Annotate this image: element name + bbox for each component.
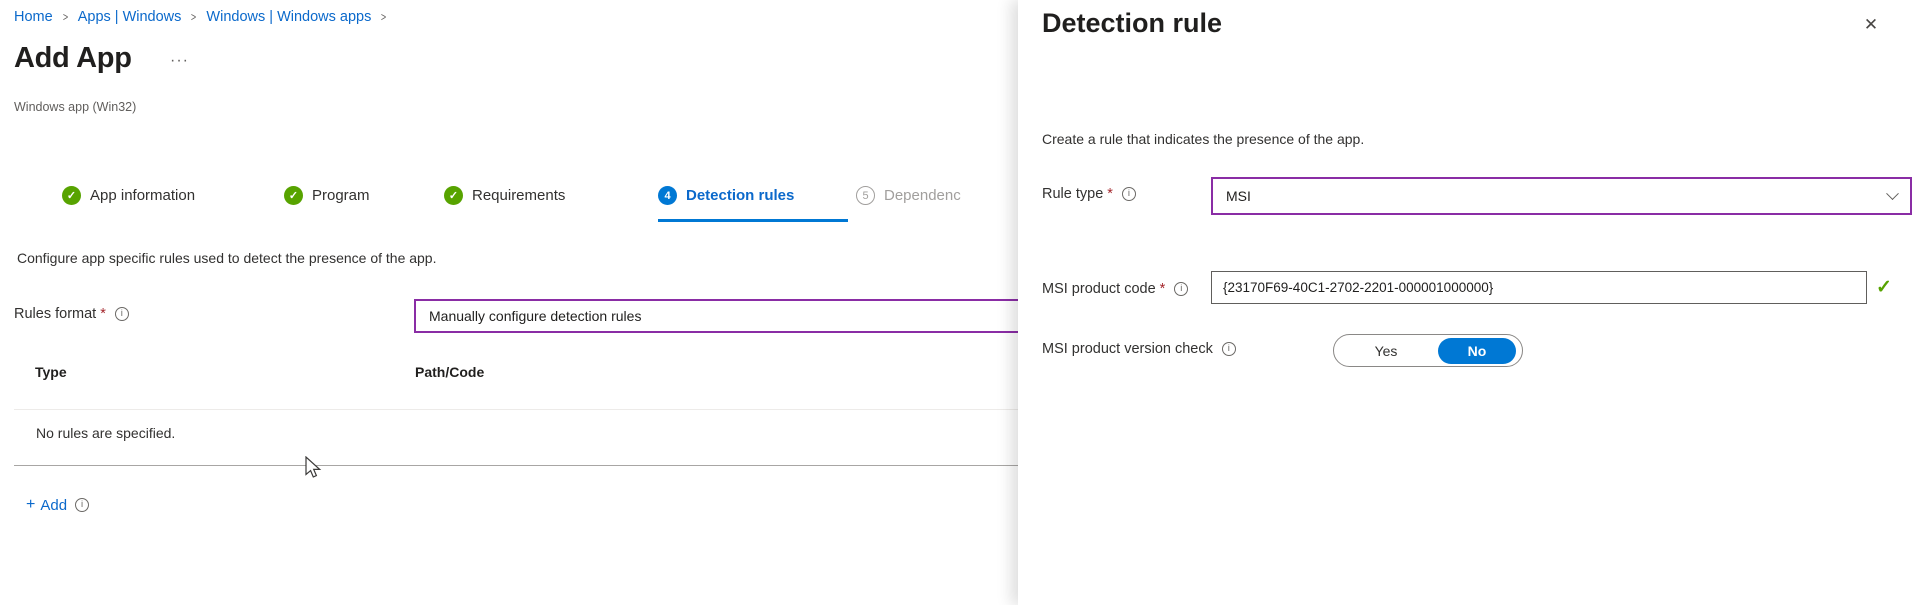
- rule-type-label-text: Rule type: [1042, 186, 1103, 202]
- breadcrumb-separator-icon: >: [191, 10, 196, 24]
- rules-format-label-text: Rules format: [14, 306, 96, 322]
- info-icon[interactable]: i: [75, 498, 89, 512]
- msi-product-code-label-text: MSI product code: [1042, 281, 1156, 297]
- mouse-cursor-icon: [303, 456, 323, 480]
- table-empty-message: No rules are specified.: [36, 425, 175, 441]
- info-icon[interactable]: i: [115, 307, 129, 321]
- panel-title: Detection rule: [1042, 8, 1222, 39]
- msi-version-check-toggle[interactable]: Yes No: [1333, 334, 1523, 367]
- tab-dependencies[interactable]: 5 Dependenc: [856, 186, 961, 205]
- toggle-option-no-selected[interactable]: No: [1438, 338, 1516, 364]
- msi-product-code-label: MSI product code * i: [1042, 281, 1188, 297]
- breadcrumb-home[interactable]: Home: [14, 9, 53, 25]
- msi-version-check-label: MSI product version check i: [1042, 341, 1236, 357]
- step-complete-check-icon: ✓: [444, 186, 463, 205]
- tab-label: Program: [312, 187, 370, 204]
- page-title: Add App: [14, 42, 132, 75]
- plus-icon: +: [26, 496, 35, 514]
- tab-label: Requirements: [472, 187, 565, 204]
- panel-description: Create a rule that indicates the presenc…: [1042, 131, 1364, 147]
- info-icon[interactable]: i: [1174, 282, 1188, 296]
- add-app-page: Home > Apps | Windows > Windows | Window…: [0, 0, 1918, 605]
- step-complete-check-icon: ✓: [284, 186, 303, 205]
- msi-product-code-input[interactable]: [1211, 271, 1867, 304]
- tab-label: Dependenc: [884, 187, 961, 204]
- step-complete-check-icon: ✓: [62, 186, 81, 205]
- breadcrumb-separator-icon: >: [381, 10, 386, 24]
- close-icon[interactable]: ✕: [1860, 14, 1882, 36]
- required-marker: *: [1107, 186, 1113, 202]
- more-options-ellipsis-icon[interactable]: ···: [170, 52, 189, 70]
- table-header-divider: [14, 409, 1018, 410]
- valid-check-icon: ✓: [1876, 276, 1892, 299]
- tab-label: Detection rules: [686, 187, 794, 204]
- active-tab-underline: [658, 219, 848, 222]
- rules-format-dropdown[interactable]: Manually configure detection rules: [414, 299, 1034, 333]
- info-icon[interactable]: i: [1222, 342, 1236, 356]
- table-column-type: Type: [35, 364, 67, 380]
- tab-requirements[interactable]: ✓ Requirements: [444, 186, 565, 205]
- chevron-down-icon: [1886, 187, 1899, 200]
- page-subtitle: Windows app (Win32): [14, 100, 136, 114]
- breadcrumb: Home > Apps | Windows > Windows | Window…: [14, 9, 387, 25]
- add-rule-button[interactable]: + Add i: [26, 496, 89, 514]
- tab-detection-rules[interactable]: 4 Detection rules: [658, 186, 794, 205]
- table-column-path-code: Path/Code: [415, 364, 484, 380]
- rules-format-label: Rules format * i: [14, 306, 129, 322]
- required-marker: *: [100, 306, 106, 322]
- detection-rule-panel: Detection rule ✕ Create a rule that indi…: [1018, 0, 1918, 605]
- msi-version-check-label-text: MSI product version check: [1042, 341, 1213, 357]
- add-label: Add: [40, 497, 67, 514]
- tab-app-information[interactable]: ✓ App information: [62, 186, 195, 205]
- toggle-option-yes[interactable]: Yes: [1334, 343, 1438, 359]
- rules-format-selected-value: Manually configure detection rules: [429, 308, 641, 324]
- breadcrumb-separator-icon: >: [63, 10, 68, 24]
- rule-type-dropdown[interactable]: MSI: [1211, 177, 1912, 215]
- rule-type-selected-value: MSI: [1226, 188, 1251, 204]
- rule-type-label: Rule type * i: [1042, 186, 1136, 202]
- breadcrumb-apps-windows[interactable]: Apps | Windows: [78, 9, 182, 25]
- breadcrumb-windows-apps[interactable]: Windows | Windows apps: [206, 9, 371, 25]
- tab-program[interactable]: ✓ Program: [284, 186, 370, 205]
- step-number-badge: 5: [856, 186, 875, 205]
- required-marker: *: [1160, 281, 1166, 297]
- info-icon[interactable]: i: [1122, 187, 1136, 201]
- table-bottom-divider: [14, 465, 1018, 466]
- step-number-badge: 4: [658, 186, 677, 205]
- tab-label: App information: [90, 187, 195, 204]
- section-description: Configure app specific rules used to det…: [17, 250, 437, 266]
